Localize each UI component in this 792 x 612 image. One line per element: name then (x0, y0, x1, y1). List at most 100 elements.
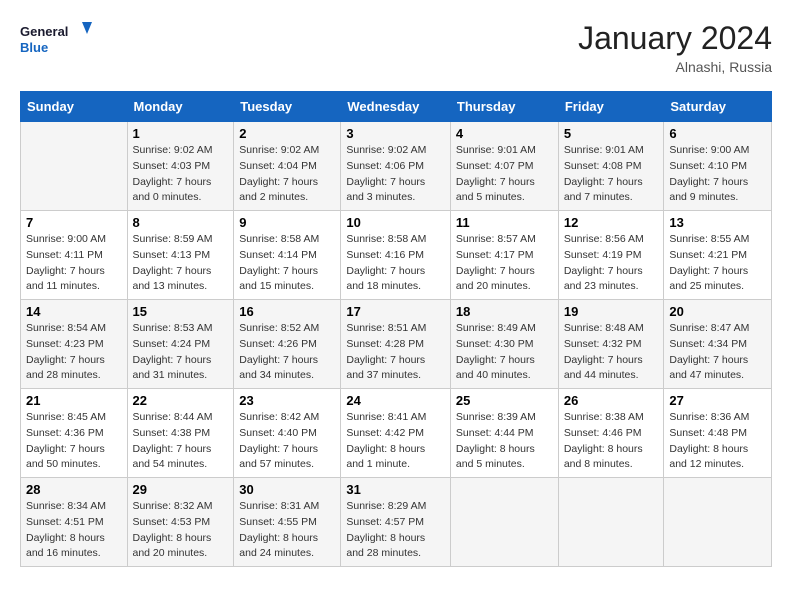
calendar-cell: 13 Sunrise: 8:55 AMSunset: 4:21 PMDayligh… (664, 211, 772, 300)
weekday-header-friday: Friday (558, 92, 664, 122)
day-info: Sunrise: 9:00 AMSunset: 4:10 PMDaylight:… (669, 143, 766, 206)
calendar-cell: 29Sunrise: 8:32 AMSunset: 4:53 PMDayligh… (127, 478, 234, 567)
day-info: Sunrise: 8:29 AMSunset: 4:57 PMDaylight:… (346, 499, 445, 562)
calendar-cell: 24 Sunrise: 8:41 AMSunset: 4:42 PMDayligh… (341, 389, 451, 478)
day-info: Sunrise: 9:01 AMSunset: 4:08 PMDaylight:… (564, 143, 659, 206)
calendar-cell (450, 478, 558, 567)
day-info: Sunrise: 9:01 AMSunset: 4:07 PMDaylight:… (456, 143, 553, 206)
day-number: 2 (239, 126, 335, 141)
location: Alnashi, Russia (578, 59, 772, 75)
month-title: January 2024 (578, 20, 772, 57)
day-info: Sunrise: 8:44 AMSunset: 4:38 PMDaylight:… (133, 410, 229, 473)
day-info: Sunrise: 8:55 AMSunset: 4:21 PMDaylight:… (669, 232, 766, 295)
day-number: 19 (564, 304, 659, 319)
svg-text:General: General (20, 24, 68, 39)
day-info: Sunrise: 8:31 AMSunset: 4:55 PMDaylight:… (239, 499, 335, 562)
calendar-table: SundayMondayTuesdayWednesdayThursdayFrid… (20, 91, 772, 567)
week-row-5: 28Sunrise: 8:34 AMSunset: 4:51 PMDayligh… (21, 478, 772, 567)
day-info: Sunrise: 8:57 AMSunset: 4:17 PMDaylight:… (456, 232, 553, 295)
calendar-cell: 26 Sunrise: 8:38 AMSunset: 4:46 PMDayligh… (558, 389, 664, 478)
calendar-cell: 28Sunrise: 8:34 AMSunset: 4:51 PMDayligh… (21, 478, 128, 567)
logo-svg: General Blue (20, 20, 100, 64)
calendar-cell: 10 Sunrise: 8:58 AMSunset: 4:16 PMDayligh… (341, 211, 451, 300)
day-number: 5 (564, 126, 659, 141)
day-info: Sunrise: 8:52 AMSunset: 4:26 PMDaylight:… (239, 321, 335, 384)
day-info: Sunrise: 8:58 AMSunset: 4:16 PMDaylight:… (346, 232, 445, 295)
calendar-cell: 22 Sunrise: 8:44 AMSunset: 4:38 PMDayligh… (127, 389, 234, 478)
day-number: 20 (669, 304, 766, 319)
calendar-cell: 12 Sunrise: 8:56 AMSunset: 4:19 PMDayligh… (558, 211, 664, 300)
calendar-cell: 6Sunrise: 9:00 AMSunset: 4:10 PMDaylight… (664, 122, 772, 211)
calendar-cell: 18 Sunrise: 8:49 AMSunset: 4:30 PMDayligh… (450, 300, 558, 389)
day-number: 31 (346, 482, 445, 497)
svg-text:Blue: Blue (20, 40, 48, 55)
calendar-cell: 1 Sunrise: 9:02 AMSunset: 4:03 PMDaylight… (127, 122, 234, 211)
calendar-cell: 11Sunrise: 8:57 AMSunset: 4:17 PMDayligh… (450, 211, 558, 300)
day-number: 21 (26, 393, 122, 408)
weekday-header-saturday: Saturday (664, 92, 772, 122)
day-number: 24 (346, 393, 445, 408)
calendar-cell: 31 Sunrise: 8:29 AMSunset: 4:57 PMDayligh… (341, 478, 451, 567)
day-number: 18 (456, 304, 553, 319)
week-row-4: 21 Sunrise: 8:45 AMSunset: 4:36 PMDayligh… (21, 389, 772, 478)
day-info: Sunrise: 8:45 AMSunset: 4:36 PMDaylight:… (26, 410, 122, 473)
calendar-cell: 17 Sunrise: 8:51 AMSunset: 4:28 PMDayligh… (341, 300, 451, 389)
day-number: 22 (133, 393, 229, 408)
day-number: 4 (456, 126, 553, 141)
calendar-cell: 7 Sunrise: 9:00 AMSunset: 4:11 PMDaylight… (21, 211, 128, 300)
day-number: 13 (669, 215, 766, 230)
weekday-header-tuesday: Tuesday (234, 92, 341, 122)
calendar-cell: 15 Sunrise: 8:53 AMSunset: 4:24 PMDayligh… (127, 300, 234, 389)
day-info: Sunrise: 8:32 AMSunset: 4:53 PMDaylight:… (133, 499, 229, 562)
day-number: 17 (346, 304, 445, 319)
day-info: Sunrise: 8:56 AMSunset: 4:19 PMDaylight:… (564, 232, 659, 295)
calendar-cell: 5 Sunrise: 9:01 AMSunset: 4:08 PMDaylight… (558, 122, 664, 211)
day-info: Sunrise: 8:51 AMSunset: 4:28 PMDaylight:… (346, 321, 445, 384)
logo: General Blue (20, 20, 100, 64)
day-number: 25 (456, 393, 553, 408)
day-info: Sunrise: 8:58 AMSunset: 4:14 PMDaylight:… (239, 232, 335, 295)
calendar-cell (664, 478, 772, 567)
day-info: Sunrise: 9:00 AMSunset: 4:11 PMDaylight:… (26, 232, 122, 295)
day-number: 26 (564, 393, 659, 408)
day-info: Sunrise: 9:02 AMSunset: 4:03 PMDaylight:… (133, 143, 229, 206)
day-info: Sunrise: 8:53 AMSunset: 4:24 PMDaylight:… (133, 321, 229, 384)
calendar-cell: 19 Sunrise: 8:48 AMSunset: 4:32 PMDayligh… (558, 300, 664, 389)
weekday-header-monday: Monday (127, 92, 234, 122)
day-info: Sunrise: 8:49 AMSunset: 4:30 PMDaylight:… (456, 321, 553, 384)
week-row-2: 7 Sunrise: 9:00 AMSunset: 4:11 PMDaylight… (21, 211, 772, 300)
day-info: Sunrise: 8:48 AMSunset: 4:32 PMDaylight:… (564, 321, 659, 384)
day-number: 23 (239, 393, 335, 408)
day-number: 16 (239, 304, 335, 319)
week-row-1: 1 Sunrise: 9:02 AMSunset: 4:03 PMDaylight… (21, 122, 772, 211)
day-number: 1 (133, 126, 229, 141)
calendar-cell: 2Sunrise: 9:02 AMSunset: 4:04 PMDaylight… (234, 122, 341, 211)
day-info: Sunrise: 8:34 AMSunset: 4:51 PMDaylight:… (26, 499, 122, 562)
weekday-header-row: SundayMondayTuesdayWednesdayThursdayFrid… (21, 92, 772, 122)
calendar-cell: 20Sunrise: 8:47 AMSunset: 4:34 PMDayligh… (664, 300, 772, 389)
calendar-cell (558, 478, 664, 567)
page-header: General Blue January 2024 Alnashi, Russi… (20, 20, 772, 75)
day-number: 15 (133, 304, 229, 319)
day-number: 10 (346, 215, 445, 230)
day-info: Sunrise: 8:39 AMSunset: 4:44 PMDaylight:… (456, 410, 553, 473)
week-row-3: 14 Sunrise: 8:54 AMSunset: 4:23 PMDayligh… (21, 300, 772, 389)
calendar-cell: 9 Sunrise: 8:58 AMSunset: 4:14 PMDaylight… (234, 211, 341, 300)
day-number: 30 (239, 482, 335, 497)
day-number: 12 (564, 215, 659, 230)
calendar-cell: 8Sunrise: 8:59 AMSunset: 4:13 PMDaylight… (127, 211, 234, 300)
weekday-header-thursday: Thursday (450, 92, 558, 122)
day-info: Sunrise: 8:42 AMSunset: 4:40 PMDaylight:… (239, 410, 335, 473)
calendar-cell: 14 Sunrise: 8:54 AMSunset: 4:23 PMDayligh… (21, 300, 128, 389)
calendar-cell: 21 Sunrise: 8:45 AMSunset: 4:36 PMDayligh… (21, 389, 128, 478)
day-info: Sunrise: 8:38 AMSunset: 4:46 PMDaylight:… (564, 410, 659, 473)
calendar-cell: 16 Sunrise: 8:52 AMSunset: 4:26 PMDayligh… (234, 300, 341, 389)
day-number: 7 (26, 215, 122, 230)
day-number: 9 (239, 215, 335, 230)
calendar-cell: 23 Sunrise: 8:42 AMSunset: 4:40 PMDayligh… (234, 389, 341, 478)
day-info: Sunrise: 8:59 AMSunset: 4:13 PMDaylight:… (133, 232, 229, 295)
day-number: 14 (26, 304, 122, 319)
day-info: Sunrise: 8:54 AMSunset: 4:23 PMDaylight:… (26, 321, 122, 384)
day-info: Sunrise: 8:41 AMSunset: 4:42 PMDaylight:… (346, 410, 445, 473)
day-info: Sunrise: 9:02 AMSunset: 4:06 PMDaylight:… (346, 143, 445, 206)
